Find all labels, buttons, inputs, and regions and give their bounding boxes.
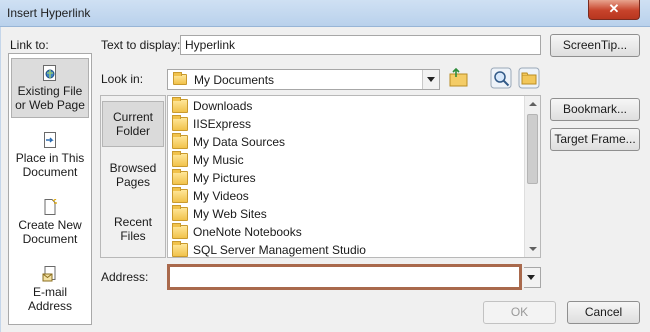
scrollbar-thumb[interactable]	[527, 114, 538, 184]
cancel-button[interactable]: Cancel	[567, 301, 640, 324]
browse-nav-pane: Current Folder Browsed Pages Recent File…	[100, 95, 166, 258]
browse-web-icon[interactable]	[490, 67, 512, 89]
close-icon: ✕	[608, 1, 620, 16]
pictures-folder-icon	[172, 169, 188, 185]
address-label: Address:	[101, 270, 149, 284]
folder-icon	[172, 223, 188, 239]
close-button[interactable]: ✕	[588, 0, 640, 20]
address-input[interactable]	[167, 264, 522, 290]
nav-recent-files[interactable]: Recent Files	[102, 215, 164, 243]
web-sites-folder-icon	[172, 205, 188, 221]
up-folder-icon[interactable]	[448, 67, 470, 89]
nav-browsed-pages[interactable]: Browsed Pages	[102, 161, 164, 189]
new-document-icon	[44, 199, 57, 215]
data-sources-folder-icon	[172, 133, 188, 149]
chevron-down-icon[interactable]	[422, 70, 439, 89]
folder-icon	[172, 187, 188, 203]
web-page-icon	[43, 65, 56, 81]
link-to-pane: Existing File or Web Page Place in This …	[8, 53, 92, 325]
address-dropdown[interactable]	[523, 267, 541, 288]
link-to-create-new-document[interactable]: Create New Document	[11, 199, 89, 246]
place-in-document-icon	[44, 132, 56, 148]
look-in-dropdown[interactable]: My Documents	[167, 69, 440, 90]
look-in-label: Look in:	[101, 72, 144, 86]
browse-file-icon[interactable]	[518, 67, 540, 89]
link-to-existing-file[interactable]: Existing File or Web Page	[11, 58, 89, 118]
link-to-place-in-document[interactable]: Place in This Document	[11, 132, 89, 179]
link-to-label: Link to:	[10, 38, 49, 52]
text-to-display-input[interactable]: Hyperlink	[180, 35, 541, 55]
chevron-down-icon[interactable]	[523, 268, 540, 287]
folder-icon	[172, 97, 188, 113]
music-folder-icon	[172, 151, 188, 167]
scroll-up-icon[interactable]	[525, 96, 540, 112]
file-list-scrollbar[interactable]	[524, 96, 540, 257]
target-frame-button[interactable]: Target Frame...	[550, 128, 640, 151]
folder-icon	[172, 115, 188, 131]
insert-hyperlink-dialog: Link to: Existing File or Web Page Place…	[0, 27, 650, 332]
nav-current-folder[interactable]: Current Folder	[102, 101, 164, 147]
email-icon	[42, 266, 56, 282]
window-title: Insert Hyperlink	[7, 6, 91, 20]
text-to-display-label: Text to display:	[101, 38, 181, 52]
scroll-down-icon[interactable]	[525, 241, 540, 257]
bookmark-button[interactable]: Bookmark...	[550, 98, 640, 121]
file-list[interactable]: Downloads IISExpress My Data Sources My …	[167, 95, 541, 258]
link-to-email-address[interactable]: E-mail Address	[11, 266, 89, 313]
ok-button[interactable]: OK	[483, 301, 556, 324]
folder-icon	[173, 72, 187, 85]
screentip-button[interactable]: ScreenTip...	[550, 34, 640, 57]
title-bar: Insert Hyperlink ✕	[0, 0, 650, 27]
folder-icon	[172, 241, 188, 257]
